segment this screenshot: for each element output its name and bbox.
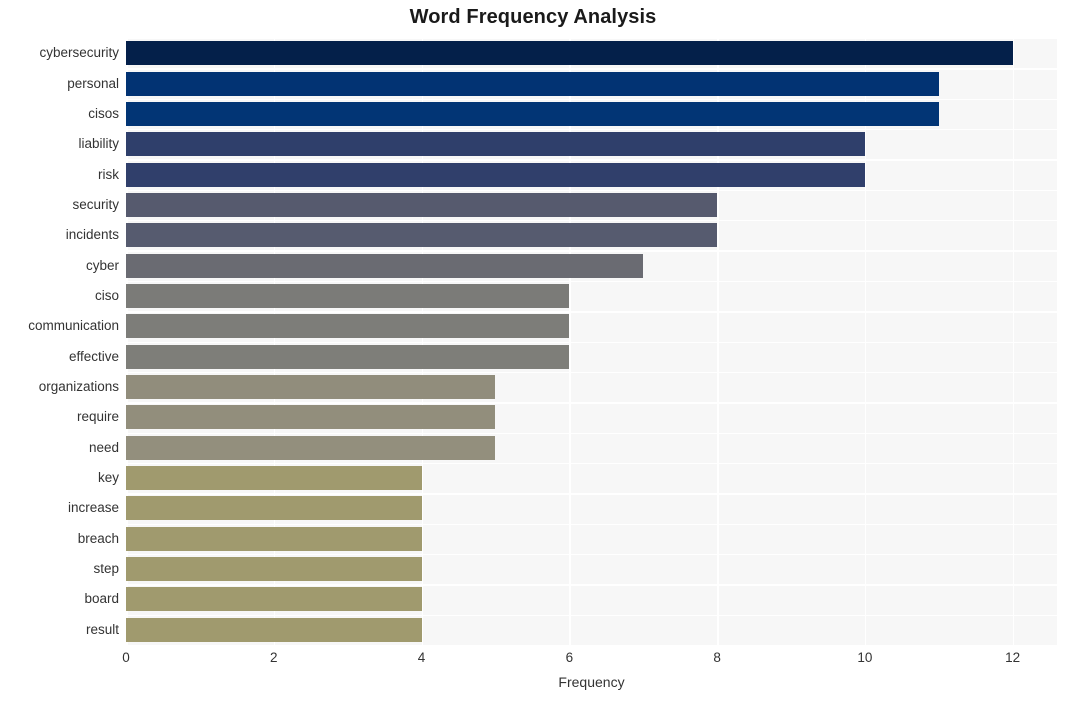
y-tick-label: step xyxy=(93,561,119,577)
bar xyxy=(126,435,496,460)
bar xyxy=(126,71,939,96)
y-tick-label: incidents xyxy=(65,227,119,243)
bar xyxy=(126,101,939,126)
y-gridline xyxy=(126,250,1057,252)
bar xyxy=(126,192,718,217)
y-gridline xyxy=(126,371,1057,374)
y-tick-label: cybersecurity xyxy=(39,45,119,61)
bar xyxy=(126,466,422,491)
y-tick-label: board xyxy=(84,591,119,607)
y-tick-label: ciso xyxy=(94,287,119,303)
y-tick-label: security xyxy=(72,196,119,212)
y-tick-label: cyber xyxy=(85,257,119,273)
y-gridline xyxy=(126,159,1057,161)
y-gridline xyxy=(126,311,1057,313)
bar xyxy=(126,405,496,430)
y-gridline xyxy=(126,614,1057,617)
y-tick-label: need xyxy=(88,439,119,455)
y-tick-label: key xyxy=(97,470,119,486)
y-gridline xyxy=(126,129,1057,131)
x-tick-label: 0 xyxy=(122,650,130,665)
bar xyxy=(126,587,422,612)
y-tick-label: liability xyxy=(78,136,119,152)
x-tick-label: 6 xyxy=(565,650,574,665)
bar xyxy=(126,314,570,339)
y-gridline xyxy=(126,402,1057,404)
bar xyxy=(126,617,422,642)
y-axis-tick-labels: cybersecurity personal cisos liability risk s… xyxy=(0,38,119,645)
y-gridline xyxy=(126,220,1057,222)
bar xyxy=(126,253,644,278)
y-tick-label: personal xyxy=(67,75,119,91)
bar xyxy=(126,162,865,187)
word-frequency-chart: Word Frequency Analysis cybersecurity per… xyxy=(0,0,1066,701)
y-gridline xyxy=(126,341,1057,343)
y-tick-label: breach xyxy=(77,530,119,546)
y-gridline xyxy=(126,68,1057,70)
y-tick-label: communication xyxy=(28,318,119,334)
y-tick-label: increase xyxy=(67,500,119,516)
bar xyxy=(126,41,1013,66)
y-tick-label: cisos xyxy=(88,105,119,121)
y-tick-label: effective xyxy=(68,348,119,364)
bar xyxy=(126,557,422,582)
y-gridline xyxy=(126,38,1057,40)
y-gridline xyxy=(126,553,1057,556)
y-gridline xyxy=(126,462,1057,465)
y-tick-label: risk xyxy=(98,166,119,182)
x-tick-label: 10 xyxy=(857,650,873,665)
y-gridline xyxy=(126,493,1057,495)
y-gridline xyxy=(126,432,1057,434)
y-tick-label: result xyxy=(85,621,119,637)
bar xyxy=(126,132,865,157)
y-gridline xyxy=(126,98,1057,101)
x-tick-label: 2 xyxy=(270,650,278,665)
y-tick-label: require xyxy=(76,409,119,425)
x-tick-label: 4 xyxy=(417,650,426,665)
y-gridline xyxy=(126,584,1057,586)
x-tick-label: 12 xyxy=(1005,650,1021,665)
bar xyxy=(126,344,570,369)
bar xyxy=(126,496,422,521)
x-axis-tick-labels: 0 2 4 6 8 10 12 xyxy=(0,650,1066,670)
x-tick-label: 8 xyxy=(713,650,721,665)
bar xyxy=(126,526,422,551)
bar xyxy=(126,283,570,308)
y-gridline xyxy=(126,280,1057,283)
bar xyxy=(126,223,718,248)
bar xyxy=(126,375,496,400)
y-gridline xyxy=(126,523,1057,525)
y-gridline xyxy=(126,189,1057,192)
y-tick-label: organizations xyxy=(38,379,119,395)
chart-title: Word Frequency Analysis xyxy=(409,6,657,28)
plot-area xyxy=(126,38,1057,645)
x-axis-title: Frequency xyxy=(558,674,625,690)
